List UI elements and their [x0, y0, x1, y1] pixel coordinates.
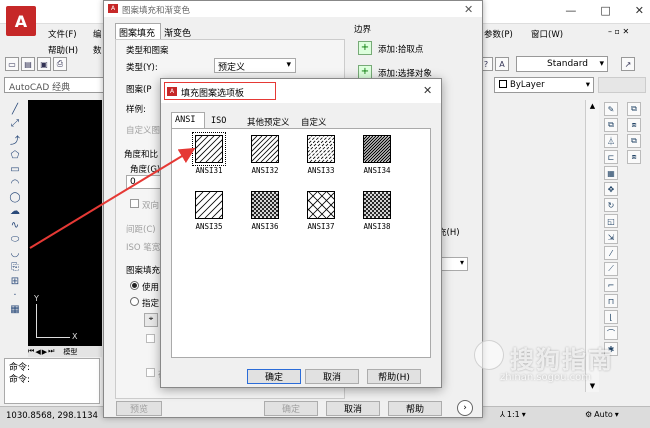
watermark-text: 搜狗指南: [510, 346, 614, 374]
watermark-logo-icon: [474, 340, 504, 370]
watermark-url: zhinan.sogou.com: [500, 372, 592, 383]
